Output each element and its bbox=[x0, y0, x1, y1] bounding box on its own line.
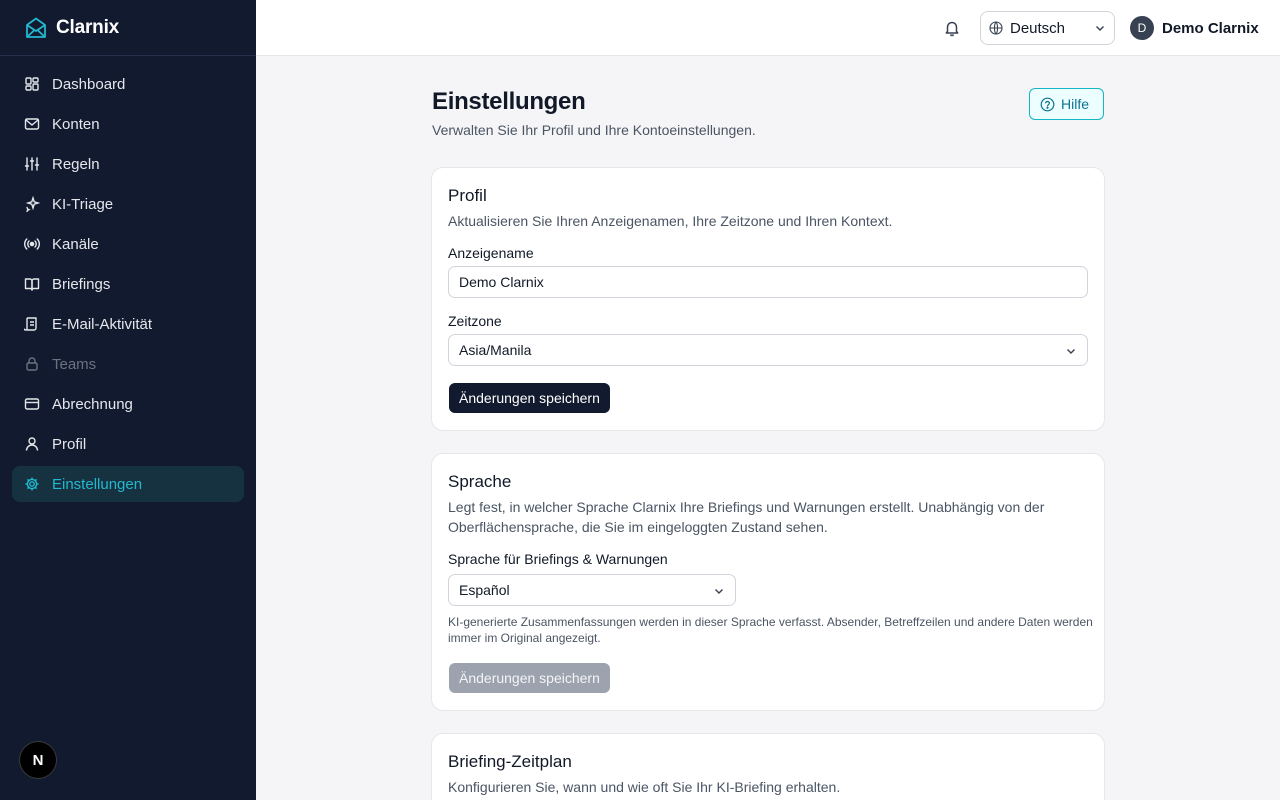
sidebar-item-label: Regeln bbox=[52, 155, 100, 173]
radio-icon bbox=[24, 236, 40, 252]
timezone-select[interactable]: Asia/Manila bbox=[448, 334, 1088, 366]
language-card: Sprache Legt fest, in welcher Sprache Cl… bbox=[431, 453, 1105, 711]
sidebar-item-e-mail-aktivitaet[interactable]: E-Mail-Aktivität bbox=[12, 306, 244, 342]
sidebar-item-label: Abrechnung bbox=[52, 395, 133, 413]
envelope-logo-icon bbox=[24, 16, 48, 40]
sidebar-item-ki-triage[interactable]: KI-Triage bbox=[12, 186, 244, 222]
sidebar-item-label: Einstellungen bbox=[52, 475, 143, 493]
help-button-label: Hilfe bbox=[1061, 96, 1090, 112]
display-name-input[interactable]: Demo Clarnix bbox=[448, 266, 1088, 298]
page-header: Einstellungen Verwalten Sie Ihr Profil u… bbox=[432, 88, 1104, 138]
sliders-icon bbox=[24, 156, 40, 172]
globe-icon bbox=[989, 21, 1003, 35]
credit-card-icon bbox=[24, 396, 40, 412]
page-title: Einstellungen bbox=[432, 88, 586, 115]
briefing-language-select[interactable]: Español bbox=[448, 574, 736, 606]
sidebar-item-label: KI-Triage bbox=[52, 195, 114, 213]
topbar: Deutsch D Demo Clarnix bbox=[256, 0, 1280, 56]
n-badge[interactable]: N bbox=[20, 742, 56, 778]
display-name-value: Demo Clarnix bbox=[459, 274, 544, 290]
schedule-card-title: Briefing-Zeitplan bbox=[448, 752, 572, 771]
briefing-language-label: Sprache für Briefings & Warnungen bbox=[448, 551, 668, 567]
sidebar-item-label: Kanäle bbox=[52, 235, 99, 253]
language-card-title: Sprache bbox=[448, 472, 512, 491]
briefing-language-value: Español bbox=[459, 582, 510, 598]
user-menu[interactable]: D Demo Clarnix bbox=[1130, 16, 1259, 40]
gear-icon bbox=[24, 476, 40, 492]
display-name-label: Anzeigename bbox=[448, 245, 534, 261]
profile-card-title: Profil bbox=[448, 186, 487, 205]
language-card-description: Legt fest, in welcher Sprache Clarnix Ih… bbox=[448, 499, 1045, 535]
schedule-card: Briefing-Zeitplan Konfigurieren Sie, wan… bbox=[431, 733, 1105, 800]
timezone-value: Asia/Manila bbox=[459, 342, 532, 358]
chevron-down-icon bbox=[1094, 22, 1106, 34]
sidebar-item-profil[interactable]: Profil bbox=[12, 426, 244, 462]
sidebar-item-konten[interactable]: Konten bbox=[12, 106, 244, 142]
save-profile-button[interactable]: Änderungen speichern bbox=[449, 383, 610, 413]
sidebar-item-kanaele[interactable]: Kanäle bbox=[12, 226, 244, 262]
page-subtitle: Verwalten Sie Ihr Profil und Ihre Kontoe… bbox=[432, 122, 756, 138]
schedule-card-description: Konfigurieren Sie, wann und wie oft Sie … bbox=[448, 779, 841, 795]
sidebar-item-label: Briefings bbox=[52, 275, 111, 293]
sidebar-item-label: E-Mail-Aktivität bbox=[52, 315, 153, 333]
sparkles-icon bbox=[24, 196, 40, 212]
language-select[interactable]: Deutsch bbox=[980, 11, 1115, 45]
help-circle-icon bbox=[1040, 97, 1055, 112]
book-icon bbox=[24, 276, 40, 292]
timezone-label: Zeitzone bbox=[448, 313, 502, 329]
language-select-value: Deutsch bbox=[1010, 19, 1066, 37]
profile-card-description: Aktualisieren Sie Ihren Anzeigenamen, Ih… bbox=[448, 213, 893, 229]
sidebar-item-abrechnung[interactable]: Abrechnung bbox=[12, 386, 244, 422]
user-name: Demo Clarnix bbox=[1162, 19, 1259, 37]
sidebar-item-label: Dashboard bbox=[52, 75, 126, 93]
help-button[interactable]: Hilfe bbox=[1029, 88, 1104, 120]
sidebar-item-dashboard[interactable]: Dashboard bbox=[12, 66, 244, 102]
sidebar-item-label: Profil bbox=[52, 435, 87, 453]
sidebar-item-briefings[interactable]: Briefings bbox=[12, 266, 244, 302]
user-icon bbox=[24, 436, 40, 452]
chevron-down-icon bbox=[713, 585, 725, 597]
dashboard-icon bbox=[24, 76, 40, 92]
sidebar-item-label: Teams bbox=[52, 355, 97, 373]
profile-card: Profil Aktualisieren Sie Ihren Anzeigena… bbox=[431, 167, 1105, 431]
sidebar-item-teams[interactable]: Teams bbox=[12, 346, 244, 382]
sidebar-item-regeln[interactable]: Regeln bbox=[12, 146, 244, 182]
bell-icon[interactable] bbox=[940, 16, 964, 40]
brand[interactable]: Clarnix bbox=[0, 0, 256, 56]
scroll-icon bbox=[24, 316, 40, 332]
sidebar-nav: Dashboard Konten Regeln KI-Triage Kanäle bbox=[0, 56, 256, 516]
main-content: Einstellungen Verwalten Sie Ihr Profil u… bbox=[256, 56, 1280, 800]
mail-icon bbox=[24, 116, 40, 132]
chevron-down-icon bbox=[1065, 345, 1077, 357]
sidebar: Clarnix Dashboard Konten Regeln KI-Triag… bbox=[0, 0, 256, 800]
briefing-language-hint: KI-generierte Zusammenfassungen werden i… bbox=[448, 615, 1093, 645]
save-language-button[interactable]: Änderungen speichern bbox=[449, 663, 610, 693]
lock-icon bbox=[24, 356, 40, 372]
avatar: D bbox=[1130, 16, 1154, 40]
app-name: Clarnix bbox=[56, 16, 120, 38]
sidebar-item-einstellungen[interactable]: Einstellungen bbox=[12, 466, 244, 502]
sidebar-item-label: Konten bbox=[52, 115, 100, 133]
